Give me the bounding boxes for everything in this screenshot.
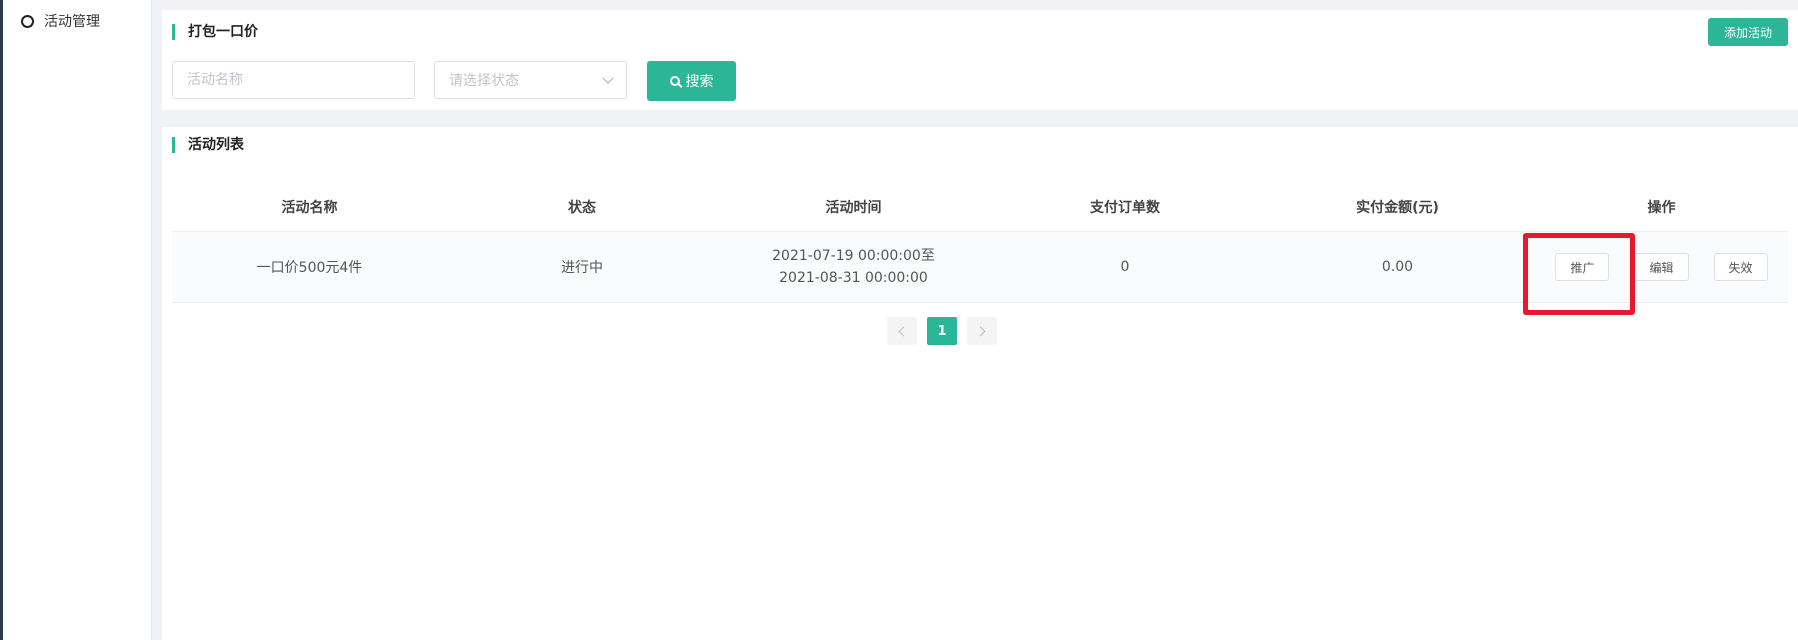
prev-page-button[interactable] xyxy=(887,317,917,345)
status-select-placeholder: 请选择状态 xyxy=(449,73,519,89)
column-header-amount: 实付金额(元) xyxy=(1356,200,1439,216)
sidebar: 活动管理 xyxy=(3,0,152,640)
column-header-status: 状态 xyxy=(568,200,596,216)
activity-table: 活动名称 状态 活动时间 支付订单数 实付金额(元) 操作 一口价500元4件 … xyxy=(172,183,1788,303)
cell-paid-amount: 0.00 xyxy=(1381,259,1414,275)
circle-icon xyxy=(21,14,34,28)
search-icon xyxy=(669,76,680,86)
chevron-right-icon xyxy=(975,326,986,336)
page-title: 打包一口价 xyxy=(172,24,258,40)
cell-paid-orders: 0 xyxy=(1120,259,1130,275)
cell-activity-time: 2021-07-19 00:00:00至2021-08-31 00:00:00 xyxy=(772,248,935,286)
activity-name-input[interactable] xyxy=(172,61,415,99)
page-number-current[interactable]: 1 xyxy=(927,317,957,345)
edit-button[interactable]: 编辑 xyxy=(1634,253,1689,281)
search-button-label: 搜索 xyxy=(685,74,714,90)
column-header-orders: 支付订单数 xyxy=(1090,200,1160,216)
column-header-name: 活动名称 xyxy=(281,200,338,216)
activity-list-panel: 活动列表 活动名称 状态 活动时间 支付订单数 实付金额(元) 操作 一口价50… xyxy=(162,127,1798,640)
chevron-down-icon xyxy=(602,72,614,84)
pagination: 1 xyxy=(887,317,997,345)
promote-button[interactable]: 推广 xyxy=(1555,253,1610,281)
table-row: 一口价500元4件 进行中 2021-07-19 00:00:00至2021-0… xyxy=(172,232,1788,303)
column-header-actions: 操作 xyxy=(1647,200,1676,216)
cell-activity-name: 一口价500元4件 xyxy=(256,260,363,276)
table-header: 活动名称 状态 活动时间 支付订单数 实付金额(元) 操作 xyxy=(172,183,1788,232)
column-header-time: 活动时间 xyxy=(825,200,882,216)
cell-status: 进行中 xyxy=(561,260,603,276)
chevron-left-icon xyxy=(898,326,909,336)
list-title: 活动列表 xyxy=(172,137,244,153)
search-button[interactable]: 搜索 xyxy=(647,61,736,101)
cell-actions: 推广 编辑 失效 xyxy=(1535,253,1788,281)
sidebar-item-activity-management[interactable]: 活动管理 xyxy=(21,10,100,32)
next-page-button[interactable] xyxy=(967,317,997,345)
disable-button[interactable]: 失效 xyxy=(1713,253,1768,281)
status-select[interactable]: 请选择状态 xyxy=(434,61,627,99)
filter-panel: 打包一口价 添加活动 请选择状态 搜索 xyxy=(162,10,1798,110)
sidebar-item-label: 活动管理 xyxy=(44,14,100,30)
add-activity-button[interactable]: 添加活动 xyxy=(1708,18,1788,46)
